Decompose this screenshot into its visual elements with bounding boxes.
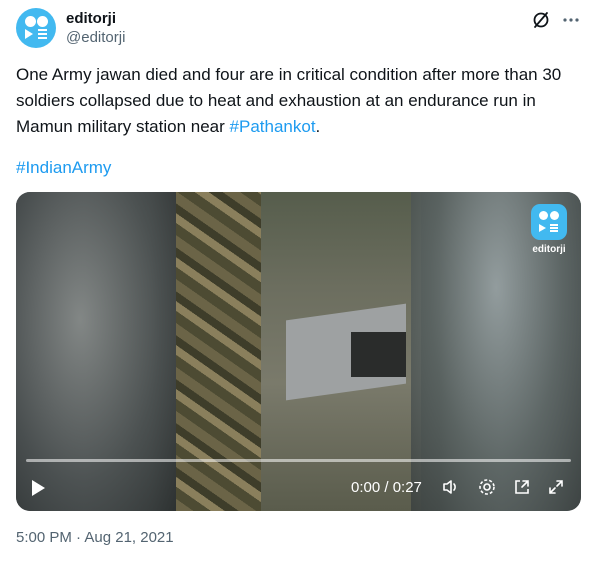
video-frame bbox=[176, 192, 421, 511]
avatar-dot bbox=[37, 16, 48, 27]
hashtag-pathankot[interactable]: #Pathankot bbox=[230, 117, 316, 136]
tweet-text: One Army jawan died and four are in crit… bbox=[16, 62, 581, 140]
tweet-body-end: . bbox=[315, 117, 321, 136]
more-icon[interactable] bbox=[561, 10, 581, 30]
video-watermark: editorji bbox=[529, 204, 569, 255]
pip-icon[interactable] bbox=[512, 477, 532, 502]
avatar-bars-glyph bbox=[38, 29, 47, 41]
video-player[interactable]: editorji 0:00 / 0:27 bbox=[16, 192, 581, 511]
grok-icon[interactable] bbox=[531, 10, 551, 30]
soldier-figure bbox=[176, 192, 261, 511]
box-opening bbox=[351, 332, 406, 377]
tweet-timestamp[interactable]: 5:00 PM · Aug 21, 2021 bbox=[16, 529, 174, 546]
editorji-logo-icon bbox=[531, 204, 567, 240]
author-names: editorji @editorji bbox=[66, 10, 125, 47]
play-icon[interactable] bbox=[32, 480, 45, 496]
hashtag-indianarmy[interactable]: #IndianArmy bbox=[16, 156, 111, 180]
fullscreen-icon[interactable] bbox=[546, 477, 566, 502]
video-blur-left bbox=[16, 192, 176, 511]
tweet-header: editorji @editorji bbox=[16, 8, 581, 48]
time-display: 0:00 / 0:27 bbox=[351, 479, 422, 496]
video-controls: 0:00 / 0:27 bbox=[16, 472, 581, 502]
handle[interactable]: @editorji bbox=[66, 28, 125, 47]
avatar-play-glyph bbox=[25, 29, 33, 39]
avatar-dot bbox=[25, 16, 36, 27]
settings-icon[interactable] bbox=[477, 477, 497, 502]
header-icons bbox=[531, 10, 581, 30]
display-name[interactable]: editorji bbox=[66, 10, 125, 28]
watermark-label: editorji bbox=[532, 244, 566, 255]
volume-icon[interactable] bbox=[441, 477, 461, 502]
avatar[interactable] bbox=[16, 8, 56, 48]
progress-bar[interactable] bbox=[26, 459, 571, 462]
